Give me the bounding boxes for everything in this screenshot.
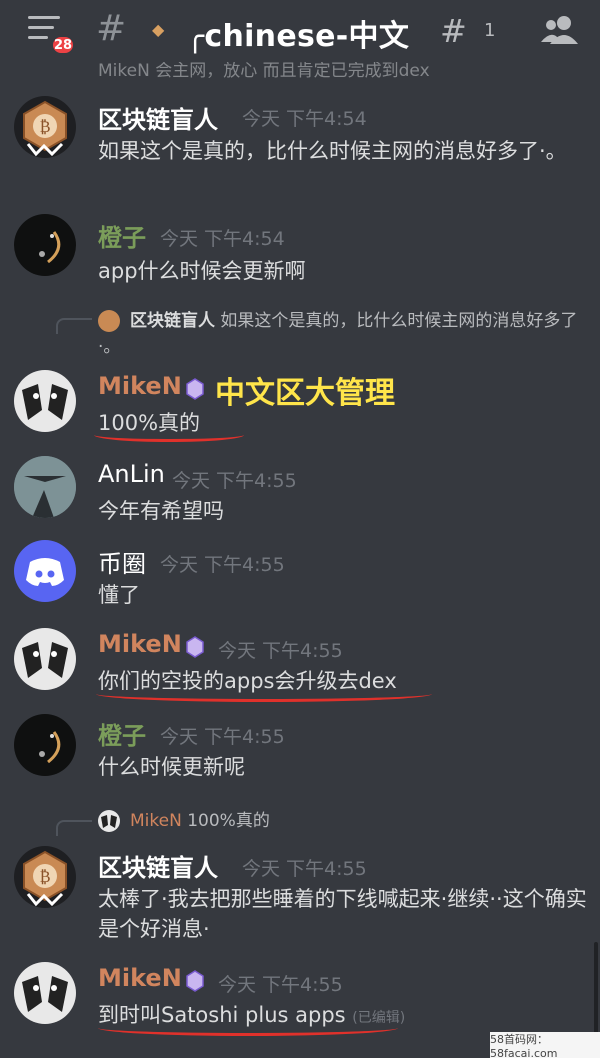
- timestamp: 今天 下午4:54: [242, 108, 367, 130]
- reply-avatar: [98, 810, 120, 832]
- annotation-label: 中文区大管理: [215, 376, 395, 411]
- message-text: 懂了: [98, 583, 140, 607]
- message-text: 今年有希望吗: [98, 499, 224, 523]
- reply-text: 100%真的: [187, 811, 270, 831]
- avatar[interactable]: [14, 214, 76, 276]
- avatar[interactable]: ₿: [14, 846, 76, 908]
- reply-username: 区块链盲人: [130, 311, 215, 331]
- threads-icon[interactable]: #: [440, 12, 467, 50]
- reply-preview[interactable]: MikeN 100%真的: [130, 808, 590, 834]
- username[interactable]: 橙子: [98, 716, 146, 751]
- svg-text:₿: ₿: [39, 117, 50, 136]
- timestamp: 今天 下午4:55: [172, 470, 297, 492]
- reply-spine: [56, 318, 92, 334]
- red-underline: [94, 428, 244, 442]
- timestamp: 今天 下午4:55: [160, 726, 285, 748]
- red-underline: [98, 1020, 398, 1036]
- unread-badge: 28: [50, 34, 76, 56]
- booster-gem-icon: [186, 970, 204, 992]
- booster-gem-icon: [186, 378, 204, 400]
- username[interactable]: 区块链盲人: [98, 100, 218, 135]
- avatar[interactable]: [14, 456, 76, 518]
- svg-text:₿: ₿: [39, 867, 50, 886]
- diamond-icon: ◆: [152, 20, 165, 39]
- booster-gem-icon: [186, 636, 204, 658]
- avatar[interactable]: ₿: [14, 96, 76, 158]
- channel-header: 28 # ◆ ╭chinese-中文 # 1: [0, 0, 600, 62]
- message-text: 太棒了·我去把那些睡着的下线喊起来·继续··这个确实是个好消息·: [98, 887, 587, 941]
- timestamp: 今天 下午4:55: [242, 858, 367, 880]
- cut-off-reply: MikeN 会主网，放心 而且肯定已完成到dex: [98, 62, 430, 81]
- reply-username: MikeN: [130, 811, 182, 831]
- message-text: app什么时候会更新啊: [98, 259, 306, 283]
- avatar[interactable]: [14, 370, 76, 432]
- message-feed[interactable]: MikeN 会主网，放心 而且肯定已完成到dex ₿ 区块链盲人 今天 下午4:…: [0, 62, 600, 1058]
- message-text: 如果这个是真的，比什么时候主网的消息好多了·。: [98, 139, 567, 163]
- username[interactable]: 区块链盲人: [98, 848, 218, 883]
- avatar[interactable]: [14, 540, 76, 602]
- username[interactable]: 橙子: [98, 218, 146, 253]
- channel-name[interactable]: ╭chinese-中文: [186, 11, 409, 55]
- channel-hash-icon: #: [96, 8, 127, 49]
- username[interactable]: MikeN: [98, 372, 182, 400]
- reply-spine: [56, 820, 92, 836]
- reply-avatar: [98, 310, 120, 332]
- avatar[interactable]: [14, 714, 76, 776]
- red-underline: [96, 686, 432, 702]
- timestamp: 今天 下午4:55: [160, 554, 285, 576]
- watermark: 58首码网：58facai.com: [490, 1032, 600, 1058]
- username[interactable]: MikeN: [98, 964, 182, 992]
- avatar[interactable]: [14, 628, 76, 690]
- username[interactable]: AnLin: [98, 460, 165, 488]
- reply-preview[interactable]: 区块链盲人 如果这个是真的，比什么时候主网的消息好多了·。: [98, 308, 588, 360]
- timestamp: 今天 下午4:55: [218, 974, 343, 996]
- thread-count: 1: [484, 20, 496, 41]
- discord-channel-screen: 28 # ◆ ╭chinese-中文 # 1 MikeN 会主网，放心 而且肯定…: [0, 0, 600, 1058]
- avatar[interactable]: [14, 962, 76, 1024]
- username[interactable]: MikeN: [98, 630, 182, 658]
- message-text: 什么时候更新呢: [98, 755, 245, 779]
- timestamp: 今天 下午4:55: [218, 640, 343, 662]
- username[interactable]: 币圈: [98, 544, 146, 579]
- members-icon[interactable]: [540, 14, 580, 46]
- timestamp: 今天 下午4:54: [160, 228, 285, 250]
